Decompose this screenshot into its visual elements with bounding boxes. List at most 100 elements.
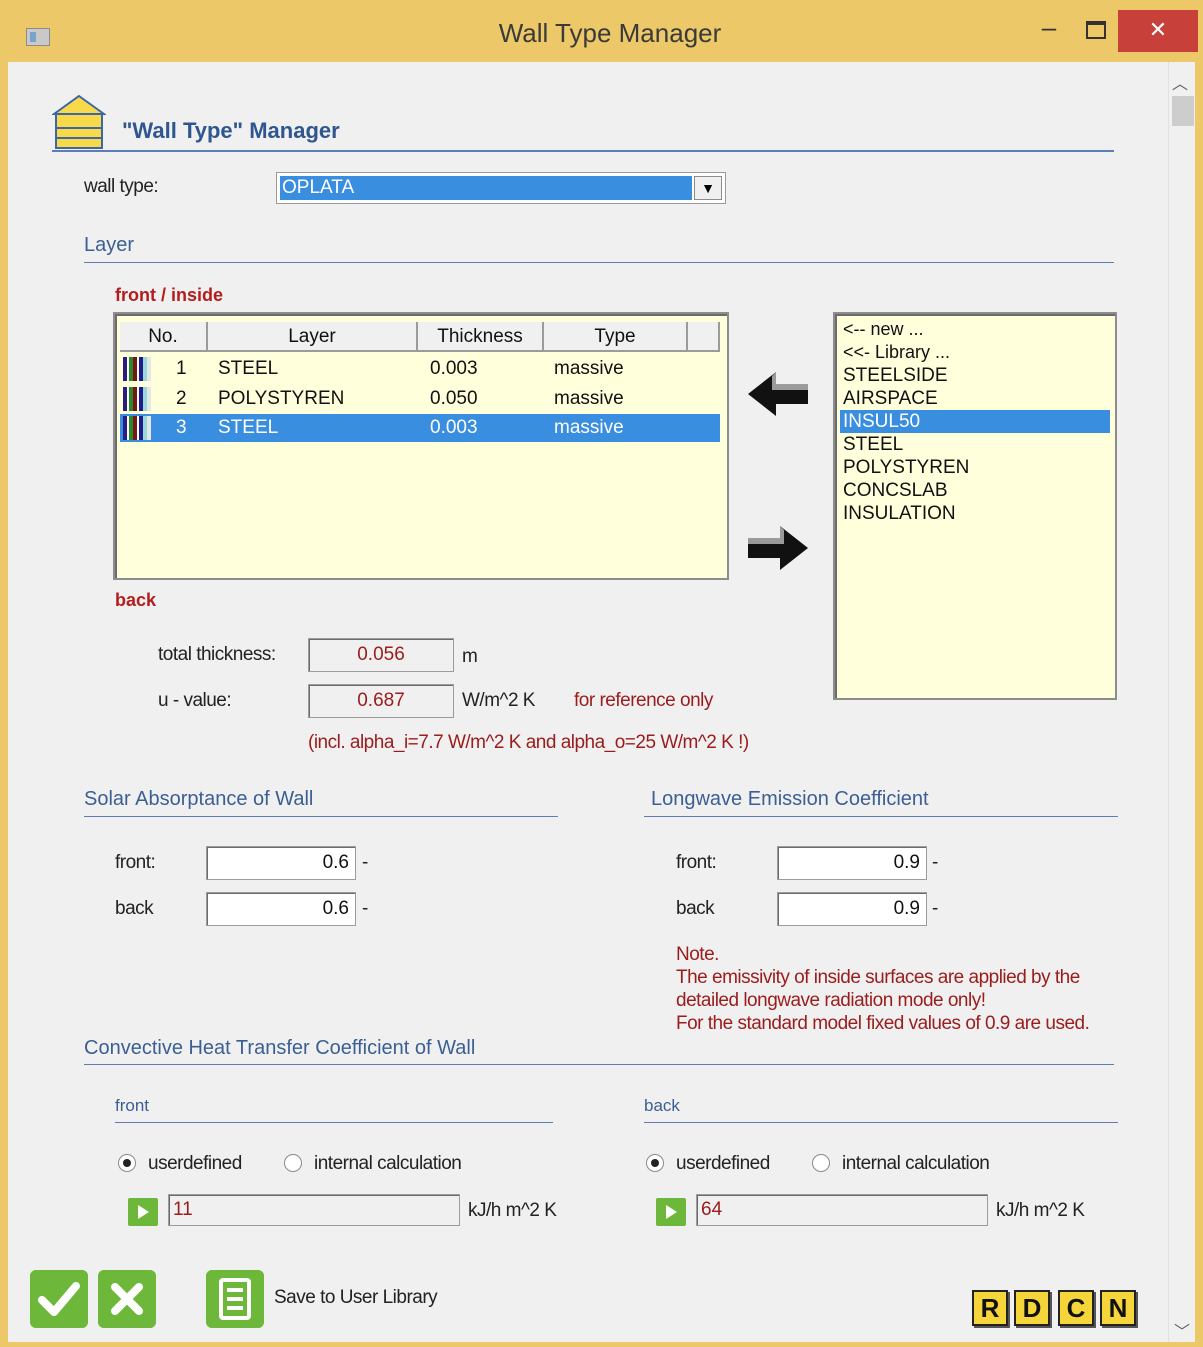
- column-header-no[interactable]: No.: [120, 322, 208, 352]
- solar-back-unit: -: [362, 898, 368, 919]
- back-play-icon[interactable]: [656, 1198, 686, 1226]
- front-coefficient-unit: kJ/h m^2 K: [468, 1200, 557, 1221]
- back-internal-radio[interactable]: [812, 1154, 830, 1172]
- front-inside-label: front / inside: [115, 285, 223, 305]
- row-layer: STEEL: [218, 358, 279, 379]
- close-button[interactable]: ✕: [1118, 10, 1198, 52]
- row-layer: STEEL: [218, 417, 279, 438]
- longwave-divider: [644, 816, 1118, 817]
- u-value-note: for reference only: [574, 690, 713, 711]
- scroll-up-icon[interactable]: ︿: [1172, 70, 1188, 94]
- longwave-note-line: For the standard model fixed values of 0…: [676, 1013, 1090, 1034]
- save-document-icon[interactable]: [206, 1270, 264, 1328]
- wall-type-value[interactable]: OPLATA: [280, 176, 692, 200]
- longwave-note-title: Note.: [676, 944, 719, 965]
- longwave-section-title: Longwave Emission Coefficient: [651, 788, 929, 810]
- row-layer: POLYSTYREN: [218, 388, 345, 409]
- back-label: back: [115, 590, 157, 610]
- convective-section-title: Convective Heat Transfer Coefficient of …: [84, 1037, 476, 1059]
- layer-color-strip: [123, 416, 151, 440]
- front-userdefined-label[interactable]: userdefined: [148, 1153, 242, 1175]
- minimize-button[interactable]: –: [1034, 14, 1064, 46]
- back-coefficient-unit: kJ/h m^2 K: [996, 1200, 1085, 1221]
- solar-divider: [84, 816, 558, 817]
- u-value-incl-note: (incl. alpha_i=7.7 W/m^2 K and alpha_o=2…: [308, 732, 749, 753]
- list-item-library[interactable]: <<- Library ...: [840, 341, 1110, 364]
- convective-back-title: back: [644, 1096, 680, 1115]
- column-header-thickness[interactable]: Thickness: [418, 322, 544, 352]
- chevron-down-icon[interactable]: ▼: [694, 176, 722, 200]
- row-no: 3: [176, 417, 187, 438]
- solar-back-input[interactable]: 0.6: [206, 892, 356, 926]
- row-type: massive: [554, 358, 624, 379]
- front-internal-radio[interactable]: [284, 1154, 302, 1172]
- longwave-front-input[interactable]: 0.9: [777, 846, 927, 880]
- back-coefficient-input[interactable]: 64: [696, 1194, 988, 1226]
- list-item[interactable]: AIRSPACE: [840, 387, 1110, 410]
- scroll-down-icon[interactable]: ﹀: [1174, 1318, 1190, 1342]
- u-value-label: u - value:: [158, 690, 232, 711]
- longwave-back-label: back: [676, 898, 715, 919]
- list-item-selected[interactable]: INSUL50: [840, 410, 1110, 433]
- list-item[interactable]: INSULATION: [840, 502, 1110, 525]
- maximize-button[interactable]: [1080, 16, 1110, 46]
- d-button[interactable]: D: [1014, 1290, 1050, 1326]
- total-thickness-field: 0.056: [308, 638, 454, 672]
- back-internal-label[interactable]: internal calculation: [842, 1153, 990, 1175]
- save-to-user-library-button[interactable]: Save to User Library: [274, 1287, 438, 1309]
- row-thickness: 0.050: [430, 388, 478, 409]
- front-play-icon[interactable]: [128, 1198, 158, 1226]
- vertical-scrollbar[interactable]: [1168, 62, 1195, 1342]
- solar-section-title: Solar Absorptance of Wall: [84, 788, 314, 810]
- convective-back-divider: [644, 1122, 1118, 1123]
- row-no: 1: [176, 358, 187, 379]
- longwave-note-line: detailed longwave radiation mode only!: [676, 990, 986, 1011]
- longwave-note-line: The emissivity of inside surfaces are ap…: [676, 967, 1080, 988]
- cancel-x-icon[interactable]: [98, 1270, 156, 1328]
- list-item-new[interactable]: <-- new ...: [840, 318, 1110, 341]
- column-header-type[interactable]: Type: [544, 322, 688, 352]
- scroll-thumb[interactable]: [1172, 96, 1194, 126]
- solar-front-label: front:: [115, 852, 156, 873]
- layer-table[interactable]: [113, 312, 729, 580]
- list-item[interactable]: POLYSTYREN: [840, 456, 1110, 479]
- total-thickness-label: total thickness:: [158, 644, 276, 665]
- c-button[interactable]: C: [1058, 1290, 1094, 1326]
- list-item[interactable]: STEEL: [840, 433, 1110, 456]
- table-row[interactable]: 1 STEEL 0.003 massive: [120, 355, 720, 383]
- layer-color-strip: [123, 387, 151, 411]
- row-thickness: 0.003: [430, 358, 478, 379]
- longwave-back-input[interactable]: 0.9: [777, 892, 927, 926]
- total-thickness-unit: m: [462, 646, 478, 667]
- list-item[interactable]: STEELSIDE: [840, 364, 1110, 387]
- ok-check-icon[interactable]: [30, 1270, 88, 1328]
- row-type: massive: [554, 417, 624, 438]
- solar-front-input[interactable]: 0.6: [206, 846, 356, 880]
- r-button[interactable]: R: [972, 1290, 1008, 1326]
- page-title: "Wall Type" Manager: [122, 118, 340, 143]
- u-value-unit: W/m^2 K: [462, 690, 535, 711]
- longwave-back-unit: -: [932, 898, 938, 919]
- layer-section-title: Layer: [84, 234, 135, 256]
- n-button[interactable]: N: [1100, 1290, 1136, 1326]
- table-row-selected[interactable]: 3 STEEL 0.003 massive: [120, 414, 720, 442]
- header-divider: [52, 150, 1114, 152]
- column-header-spacer: [688, 322, 720, 352]
- layer-color-strip: [123, 357, 151, 381]
- back-userdefined-label[interactable]: userdefined: [676, 1153, 770, 1175]
- convective-front-divider: [115, 1122, 553, 1123]
- front-coefficient-input[interactable]: 11: [168, 1194, 460, 1226]
- add-layer-arrow-icon[interactable]: [746, 366, 810, 422]
- u-value-field: 0.687: [308, 684, 454, 718]
- row-thickness: 0.003: [430, 417, 478, 438]
- convective-divider: [84, 1064, 1114, 1065]
- front-internal-label[interactable]: internal calculation: [314, 1153, 462, 1175]
- table-row[interactable]: 2 POLYSTYREN 0.050 massive: [120, 385, 720, 413]
- front-userdefined-radio[interactable]: [118, 1154, 136, 1172]
- remove-layer-arrow-icon[interactable]: [746, 520, 810, 576]
- row-no: 2: [176, 388, 187, 409]
- back-userdefined-radio[interactable]: [646, 1154, 664, 1172]
- column-header-layer[interactable]: Layer: [208, 322, 418, 352]
- list-item[interactable]: CONCSLAB: [840, 479, 1110, 502]
- layer-divider: [84, 262, 1114, 263]
